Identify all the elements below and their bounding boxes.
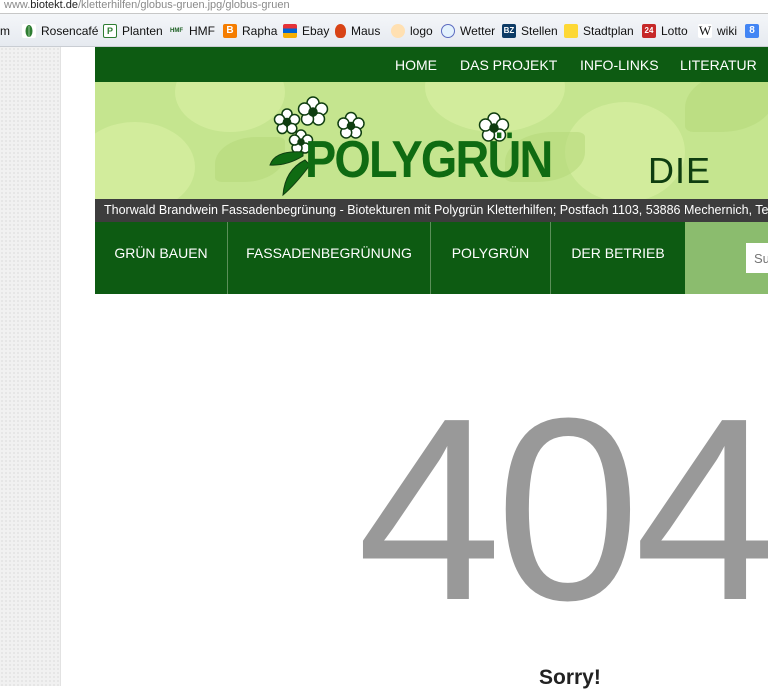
top-nav-home[interactable]: HOME: [395, 57, 437, 73]
error-code: 404: [357, 365, 768, 655]
url-path: /kletterhilfen/globus-gruen.jpg/globus-g…: [77, 0, 290, 11]
top-nav-literatur[interactable]: LITERATUR: [680, 57, 757, 73]
site-tagline: DIE KL: [648, 150, 712, 199]
banner-decoration: [95, 122, 195, 199]
bookmark-lotto[interactable]: 24 Lotto: [642, 23, 688, 39]
bookmark-rapha[interactable]: B Rapha: [223, 23, 277, 39]
bookmark-label: Rosencafé: [41, 24, 99, 38]
search-input[interactable]: [746, 243, 768, 273]
p-icon: P: [103, 24, 117, 38]
top-nav-info-links[interactable]: INFO-LINKS: [580, 57, 659, 73]
wikipedia-icon: W: [698, 23, 712, 38]
bookmark-label: wiki: [717, 24, 737, 38]
leaf-icon: [22, 24, 36, 38]
header-banner: POLYGRÜN DIE KL: [95, 82, 768, 199]
bookmark-hmf[interactable]: HMF HMF: [169, 23, 215, 39]
top-nav: HOME DAS PROJEKT INFO-LINKS LITERATUR: [95, 47, 768, 83]
bz-icon: BZ: [502, 24, 516, 38]
url-prefix: www.: [4, 0, 31, 11]
main-nav: GRÜN BAUEN FASSADENBEGRÜNUNG POLYGRÜN DE…: [95, 222, 685, 294]
bookmark-stellen[interactable]: BZ Stellen: [502, 23, 558, 39]
bookmark-google[interactable]: 8: [745, 23, 764, 39]
smiley-icon: [391, 24, 405, 38]
page-background-strip: [0, 47, 61, 686]
banner-decoration: [685, 82, 768, 132]
bookmark-maus[interactable]: Maus: [335, 23, 380, 39]
bookmark-label: Maus: [351, 24, 381, 38]
hmf-icon: HMF: [170, 28, 183, 34]
address-bar[interactable]: www.biotekt.de/kletterhilfen/globus-grue…: [0, 0, 768, 14]
main-nav-fassadenbegruenung[interactable]: FASSADENBEGRÜNUNG: [228, 222, 431, 294]
bookmarks-bar: m Rosencafé P Planten HMF HMF B Rapha Eb…: [0, 14, 768, 47]
bookmark-planten[interactable]: P Planten: [103, 23, 163, 39]
main-nav-polygruen[interactable]: POLYGRÜN: [431, 222, 551, 294]
search-area: [685, 222, 768, 294]
company-address: Thorwald Brandwein Fassadenbegrünung - B…: [95, 199, 768, 222]
bookmark-m[interactable]: m: [0, 23, 10, 39]
bookmark-label: Stadtplan: [583, 24, 634, 38]
bookmark-label: Rapha: [242, 24, 278, 38]
google-icon: 8: [745, 24, 759, 38]
bookmark-label: Lotto: [661, 24, 688, 38]
lotto-icon: 24: [642, 24, 656, 38]
note-icon: [564, 24, 578, 38]
bookmark-wetter[interactable]: Wetter: [441, 23, 495, 39]
bookmark-wiki[interactable]: W wiki: [698, 23, 737, 39]
bookmark-label: logo: [410, 24, 433, 38]
bookmark-stadtplan[interactable]: Stadtplan: [564, 23, 634, 39]
bookmark-label: HMF: [189, 24, 215, 38]
url-domain: biotekt.de: [30, 0, 78, 11]
site-logo-text[interactable]: POLYGRÜN: [305, 130, 553, 190]
main-nav-gruen-bauen[interactable]: GRÜN BAUEN: [95, 222, 228, 294]
bookmark-label: Stellen: [521, 24, 558, 38]
bag-icon: [283, 24, 297, 38]
bookmark-label: Planten: [122, 24, 163, 38]
top-nav-das-projekt[interactable]: DAS PROJEKT: [460, 57, 557, 73]
globe-icon: [441, 24, 455, 38]
blogger-icon: B: [223, 24, 237, 38]
bookmark-rosencafe[interactable]: Rosencafé: [22, 23, 98, 39]
error-title: Sorry!: [539, 666, 601, 689]
bookmark-ebay[interactable]: Ebay: [283, 23, 329, 39]
bookmark-label: Wetter: [460, 24, 496, 38]
bookmark-logo[interactable]: logo: [391, 23, 433, 39]
bookmark-label: m: [0, 24, 10, 38]
main-nav-der-betrieb[interactable]: DER BETRIEB: [551, 222, 685, 294]
bookmark-label: Ebay: [302, 24, 330, 38]
mouse-icon: [335, 24, 346, 38]
